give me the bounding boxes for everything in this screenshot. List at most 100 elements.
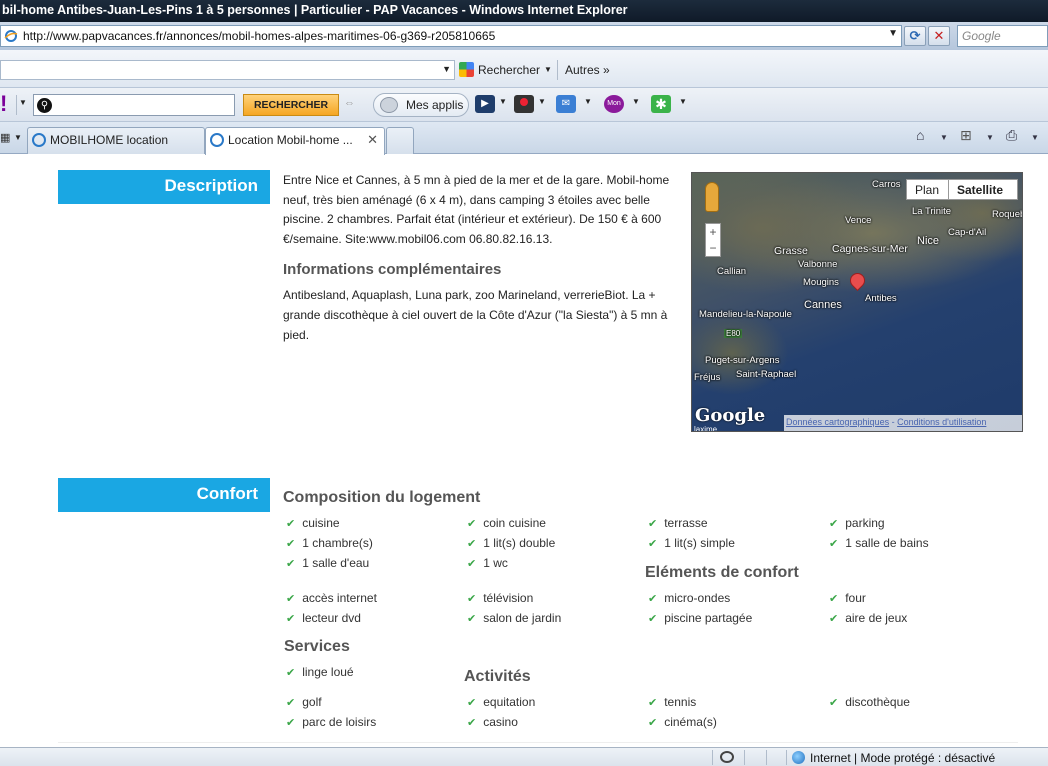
divider [766,750,767,765]
map-label: Cannes [804,299,842,311]
zoom-in-icon[interactable]: + [706,224,720,240]
location-map[interactable]: + − Plan Satellite Carros La Trinite Roq… [691,172,1023,432]
chevron-down-icon[interactable]: ▼ [544,65,552,74]
map-label: Grasse [774,245,808,257]
map-label: Carros [872,179,901,190]
list-item: ✔ 1 salle d'eau [286,556,370,570]
tab-mobilhome[interactable]: MOBILHOME location [27,127,205,154]
check-icon: ✔ [286,593,296,605]
map-data-link[interactable]: Données cartographiques [786,417,889,427]
check-icon: ✔ [467,613,477,625]
check-icon: ✔ [286,697,296,709]
check-icon: ✔ [829,613,839,625]
chevron-down-icon[interactable]: ▼ [1031,133,1039,142]
map-label: La Trinite [912,206,952,217]
security-zone[interactable]: Internet | Mode protégé : désactivé [792,751,995,765]
zoom-control[interactable]: + − [705,223,721,257]
services-title: Services [284,638,350,655]
widget-icon[interactable]: ✱ [651,95,671,113]
refresh-button[interactable]: ⟳ [904,26,926,46]
media-player-icon[interactable]: ▶ [475,95,495,113]
check-icon: ✔ [648,613,658,625]
list-item: ✔ piscine partagée [648,611,753,625]
terms-of-use-link[interactable]: Conditions d'utilisation [897,417,986,427]
map-label: Fréjus [694,372,721,383]
drag-handle-icon[interactable]: ⇔ [344,97,355,109]
map-attribution: Données cartographiques - Conditions d'u… [784,415,1022,431]
stop-button[interactable]: ✕ [928,26,950,46]
check-icon: ✔ [467,558,477,570]
divider [58,742,1018,743]
mon-icon[interactable]: Mon [604,95,624,113]
list-item: ✔ parc de loisirs [286,715,377,729]
close-icon[interactable]: ✕ [367,132,378,148]
list-item: ✔ télévision [467,591,534,605]
chevron-down-icon[interactable]: ▼ [940,133,948,142]
chevron-down-icon[interactable]: ▼ [632,97,640,106]
my-apps-label: Mes applis [406,98,464,112]
list-item: ✔ micro-ondes [648,591,731,605]
tab-row: ▦ ▼ MOBILHOME location Location Mobil-ho… [0,122,1048,155]
list-item: ✔ 1 chambre(s) [286,536,373,550]
check-icon: ✔ [286,717,296,729]
status-bar: Internet | Mode protégé : désactivé [0,747,1048,766]
window-title: bil-home Antibes-Juan-Les-Pins 1 à 5 per… [0,0,1048,22]
feeds-icon[interactable]: ⊞ [960,127,972,144]
new-tab-button[interactable] [386,127,414,154]
home-icon[interactable]: ⌂ [916,127,924,143]
google-search-button[interactable]: Rechercher ▼ [459,62,552,77]
privacy-eye-icon[interactable] [720,751,734,763]
record-icon[interactable] [514,95,534,113]
check-icon: ✔ [648,697,658,709]
google-logo: Google [695,405,766,426]
my-apps-button[interactable]: Mes applis [373,93,469,117]
tab-label: Location Mobil-home ... [228,133,353,147]
print-icon[interactable]: ⎙ [1006,127,1017,144]
chevron-down-icon[interactable]: ▼ [986,133,994,142]
yahoo-search-input[interactable]: ⚲ [33,94,235,116]
street-view-pegman-icon[interactable] [705,182,719,212]
check-icon: ✔ [829,697,839,709]
description-text: Entre Nice et Cannes, à 5 mn à pied de l… [283,173,670,246]
tab-list-dropdown-icon[interactable]: ▼ [14,133,22,142]
check-icon: ✔ [286,558,296,570]
list-item: ✔ golf [286,695,322,709]
search-input[interactable]: Google [957,25,1048,47]
divider [786,750,787,765]
toolbar-select[interactable]: ▼ [0,60,455,80]
chevron-down-icon[interactable]: ▼ [679,97,687,106]
zoom-out-icon[interactable]: − [706,240,720,256]
more-button[interactable]: Autres » [565,63,610,77]
check-icon: ✔ [467,593,477,605]
chevron-down-icon[interactable]: ▼ [499,97,507,106]
check-icon: ✔ [467,538,477,550]
address-dropdown-icon[interactable]: ▼ [888,28,898,39]
address-bar[interactable]: http://www.papvacances.fr/annonces/mobil… [0,25,902,47]
map-label: Valbonne [798,259,838,270]
check-icon: ✔ [286,518,296,530]
map-label: Roqueb [992,209,1023,220]
map-type-satellite-button[interactable]: Satellite [948,179,1018,200]
divider [744,750,745,765]
security-zone-label: Internet | Mode protégé : désactivé [810,751,996,765]
ie-page-icon [210,133,224,147]
page-content: Description Entre Nice et Cannes, à 5 mn… [0,155,1048,747]
list-item: ✔ aire de jeux [829,611,908,625]
map-type-plan-button[interactable]: Plan [906,179,949,200]
yahoo-search-button[interactable]: RECHERCHER [243,94,339,116]
check-icon: ✔ [286,613,296,625]
tab-location-mobil-home[interactable]: Location Mobil-home ... ✕ [205,127,385,155]
address-url[interactable]: http://www.papvacances.fr/annonces/mobil… [23,29,495,43]
chevron-down-icon[interactable]: ▼ [442,64,451,74]
list-item: ✔ parking [829,516,885,530]
chevron-down-icon[interactable]: ▼ [19,98,27,107]
chevron-down-icon[interactable]: ▼ [538,97,546,106]
yahoo-logo[interactable]: ! [0,91,7,117]
mail-icon[interactable]: ✉ [556,95,576,113]
quick-tabs-icon[interactable]: ▦ [0,131,10,144]
ie-page-icon [32,133,46,147]
list-item: ✔ terrasse [648,516,708,530]
chevron-down-icon[interactable]: ▼ [584,97,592,106]
google-search-label: Rechercher [478,62,541,77]
location-pin-icon[interactable] [846,269,869,292]
